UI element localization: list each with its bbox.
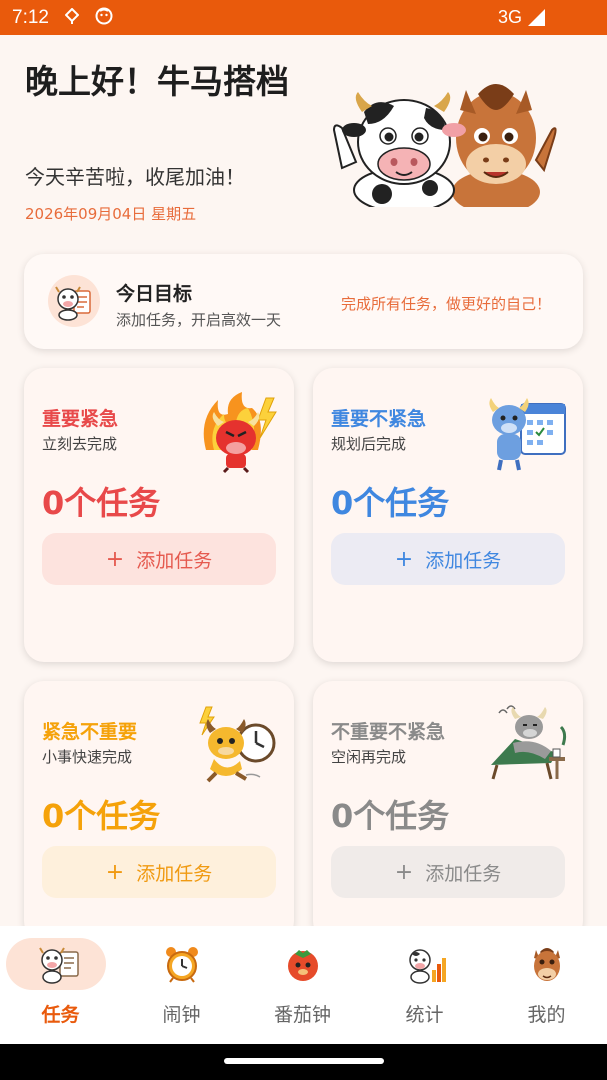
- nav-label: 我的: [527, 1004, 566, 1026]
- running-cow-clock-icon: [196, 703, 280, 787]
- angry-bull-fire-icon: [196, 390, 280, 474]
- add-task-button[interactable]: + 添加任务: [331, 846, 565, 898]
- add-task-button[interactable]: + 添加任务: [331, 533, 565, 585]
- nav-tab-statistics[interactable]: 统计: [364, 926, 485, 1044]
- cow-chart-icon: [402, 944, 448, 984]
- system-navigation-bar: [0, 1044, 607, 1080]
- home-indicator[interactable]: [224, 1058, 384, 1064]
- quadrant-title: 重要不紧急: [331, 408, 427, 430]
- quadrant-title: 不重要不紧急: [331, 721, 446, 743]
- goal-subtitle: 添加任务，开启高效一天: [116, 311, 282, 329]
- blue-cow-calendar-icon: [485, 390, 569, 474]
- quadrant-title: 紧急不重要: [42, 721, 138, 743]
- greeting-subtitle: 今天辛苦啦，收尾加油！: [25, 165, 245, 189]
- current-date: 2026年09月04日 星期五: [25, 205, 197, 223]
- add-task-button[interactable]: + 添加任务: [42, 846, 276, 898]
- plus-icon: +: [394, 859, 414, 885]
- cow-clipboard-icon: [48, 275, 100, 327]
- nav-label: 闹钟: [162, 1004, 201, 1026]
- greeting-title: 晚上好！牛马搭档: [25, 62, 289, 101]
- add-task-label: 添加任务: [425, 549, 502, 572]
- goal-title: 今日目标: [116, 283, 193, 305]
- horse-mascot: [452, 84, 557, 214]
- quadrant-not-important-not-urgent[interactable]: 不重要不紧急 空闲再完成 0个任务 + 添加任务: [313, 681, 583, 941]
- goal-motto: 完成所有任务，做更好的自己！: [340, 295, 551, 313]
- bottom-navigation: 任务 闹钟 番茄钟 统计 我的: [0, 926, 607, 1044]
- quadrant-subtitle: 空闲再完成: [331, 748, 407, 766]
- quadrant-subtitle: 小事快速完成: [42, 748, 133, 766]
- quadrant-task-count: 0个任务: [42, 797, 161, 835]
- add-task-label: 添加任务: [136, 549, 213, 572]
- today-goal-card[interactable]: 今日目标 添加任务，开启高效一天 完成所有任务，做更好的自己！: [24, 254, 583, 349]
- quadrant-important-urgent[interactable]: 重要紧急 立刻去完成 0个任务 + 添加任务: [24, 368, 294, 662]
- status-time: 7:12: [12, 6, 49, 28]
- add-task-label: 添加任务: [136, 862, 213, 885]
- cow-clipboard-icon: [38, 944, 84, 984]
- horse-icon: [524, 944, 570, 984]
- cow-horse-mascot-illustration: [330, 72, 560, 214]
- plus-icon: +: [394, 546, 414, 572]
- status-bar: 7:12 3G: [0, 0, 607, 35]
- quadrant-important-not-urgent[interactable]: 重要不紧急 规划后完成 0个任务 + 添加任务: [313, 368, 583, 662]
- network-type: 3G: [497, 7, 522, 27]
- quadrant-urgent-not-important[interactable]: 紧急不重要 小事快速完成 0个任务 + 添加任务: [24, 681, 294, 941]
- quadrant-subtitle: 规划后完成: [331, 435, 407, 453]
- nav-tab-tasks[interactable]: 任务: [0, 926, 121, 1044]
- quadrant-title: 重要紧急: [42, 408, 119, 430]
- quadrant-task-count: 0个任务: [331, 484, 450, 522]
- quadrant-task-count: 0个任务: [42, 484, 161, 522]
- status-right: 3G: [498, 7, 545, 28]
- nav-tab-alarm[interactable]: 闹钟: [121, 926, 242, 1044]
- download-icon: [63, 7, 81, 28]
- tomato-icon: [280, 944, 326, 984]
- add-task-button[interactable]: + 添加任务: [42, 533, 276, 585]
- quadrant-subtitle: 立刻去完成: [42, 435, 118, 453]
- face-icon: [95, 7, 113, 29]
- alarm-clock-icon: [159, 944, 205, 984]
- plus-icon: +: [105, 546, 125, 572]
- nav-tab-profile[interactable]: 我的: [486, 926, 607, 1044]
- signal-icon: [528, 9, 545, 26]
- nav-label: 番茄钟: [273, 1004, 331, 1026]
- nav-label: 统计: [405, 1004, 444, 1026]
- add-task-label: 添加任务: [425, 862, 502, 885]
- nav-label: 任务: [41, 1004, 80, 1026]
- cow-mascot: [332, 92, 466, 213]
- quadrant-task-count: 0个任务: [331, 797, 450, 835]
- plus-icon: +: [105, 859, 125, 885]
- relaxing-cow-lounge-chair-icon: [485, 703, 569, 787]
- nav-tab-pomodoro[interactable]: 番茄钟: [242, 926, 363, 1044]
